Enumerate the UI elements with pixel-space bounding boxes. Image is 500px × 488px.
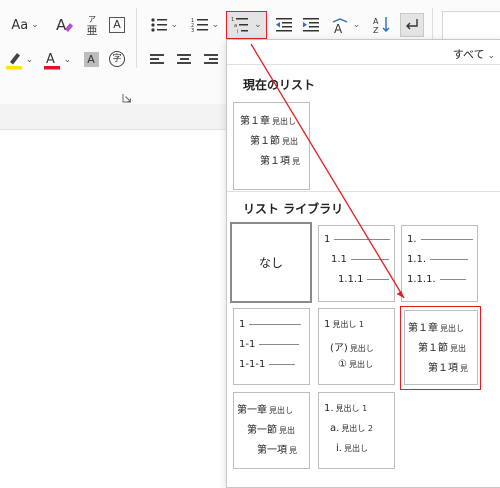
chevron-down-icon: ⌄	[208, 20, 220, 30]
svg-text:Z: Z	[373, 26, 379, 35]
decrease-indent-icon	[276, 18, 292, 32]
font-color-icon: A	[43, 52, 60, 70]
list-style-1-dot[interactable]: 1 1.1 1.1.1	[318, 225, 395, 302]
align-right-button[interactable]	[200, 48, 222, 70]
svg-text:i: i	[237, 29, 238, 34]
current-list-heading: 現在のリスト	[243, 78, 316, 92]
filter-dropdown[interactable]: すべて ⌄	[453, 46, 495, 62]
annotation-highlight-box	[400, 306, 481, 390]
list-style-1-dash[interactable]: 1 1-1 1-1-1	[233, 308, 310, 385]
bullet-list-icon	[151, 18, 167, 32]
sort-button[interactable]: AZ	[370, 13, 394, 37]
list-library-heading: リスト ライブラリ	[243, 202, 344, 216]
chevron-down-icon: ⌄	[251, 20, 262, 30]
increase-indent-button[interactable]	[300, 14, 322, 36]
font-dialog-launcher[interactable]	[122, 88, 132, 103]
chevron-down-icon: ⌄	[167, 20, 179, 30]
list-style-alpha[interactable]: 1. 見出し 1 a. 見出し 2 i. 見出し	[318, 392, 395, 469]
highlighter-icon	[5, 53, 22, 70]
chevron-down-icon: ⌄	[28, 20, 39, 30]
align-left-button[interactable]	[146, 48, 168, 70]
align-center-button[interactable]	[173, 48, 195, 70]
align-left-icon	[150, 52, 164, 67]
heading-line	[367, 278, 390, 281]
character-border-button[interactable]: A	[108, 15, 126, 35]
header-divider	[227, 64, 500, 65]
asian-layout-icon: A	[332, 18, 348, 34]
heading-line	[350, 258, 389, 261]
chevron-down-icon: ⌄	[22, 55, 34, 65]
svg-text:3: 3	[191, 28, 194, 33]
phonetic-guide-button[interactable]: ア 亜	[82, 12, 102, 38]
heading-line	[439, 278, 466, 281]
bullets-button[interactable]: ⌄	[146, 14, 182, 36]
dialog-launcher-icon	[122, 94, 131, 103]
clear-formatting-icon: A	[56, 16, 73, 34]
multilevel-list-gallery: すべて ⌄ 現在のリスト 第１章 見出し 第１節 見出 第１項見 リスト ライブラリ…	[226, 39, 500, 488]
list-style-chapter-kanji[interactable]: 第一章 見出し 第一節 見出 第一項見	[233, 392, 310, 469]
clear-formatting-button[interactable]: A	[53, 13, 75, 37]
heading-line	[259, 343, 300, 346]
decrease-indent-button[interactable]	[273, 14, 295, 36]
font-color-button[interactable]: A ⌄	[40, 48, 74, 72]
chevron-down-icon: ⌄	[60, 55, 72, 65]
document-page[interactable]	[0, 130, 226, 486]
heading-line	[420, 238, 473, 241]
list-style-1-dot-trailing[interactable]: 1. 1.1. 1.1.1.	[401, 225, 478, 302]
change-case-button[interactable]: Aa ⌄	[10, 14, 40, 36]
svg-text:A: A	[46, 52, 55, 67]
chevron-down-icon: ⌄	[484, 51, 495, 61]
multilevel-list-button[interactable]: 1ai ⌄	[226, 11, 267, 39]
group-separator	[136, 8, 137, 68]
svg-text:A: A	[56, 16, 67, 34]
align-center-icon	[177, 52, 191, 67]
numbering-button[interactable]: 123 ⌄	[187, 14, 223, 36]
svg-text:A: A	[334, 22, 343, 34]
heading-line	[430, 258, 469, 261]
align-right-icon	[204, 52, 218, 67]
numbered-list-icon: 123	[191, 18, 208, 33]
document-gap	[0, 104, 226, 130]
text-highlight-color-button[interactable]: ⌄	[2, 48, 36, 72]
paragraph-mark-icon	[406, 19, 418, 30]
heading-line	[334, 238, 391, 241]
section-divider	[227, 191, 500, 192]
list-style-kana[interactable]: 1 見出し 1 (ア) 見出し ① 見出し	[318, 308, 395, 385]
enclose-characters-button[interactable]: 字	[107, 49, 127, 69]
svg-text:A: A	[373, 17, 379, 26]
list-style-none[interactable]: なし	[230, 222, 312, 303]
heading-line	[269, 363, 296, 366]
show-paragraph-marks-button[interactable]	[400, 13, 424, 37]
chevron-down-icon: ⌄	[349, 20, 361, 30]
character-shading-button[interactable]: A	[82, 50, 100, 68]
increase-indent-icon	[303, 18, 319, 32]
heading-line	[249, 323, 302, 326]
asian-layout-button[interactable]: A ⌄	[328, 14, 362, 36]
sort-icon: AZ	[373, 17, 390, 35]
multilevel-list-icon: 1ai	[231, 17, 249, 34]
current-list-tile[interactable]: 第１章 見出し 第１節 見出 第１項見	[233, 102, 310, 190]
